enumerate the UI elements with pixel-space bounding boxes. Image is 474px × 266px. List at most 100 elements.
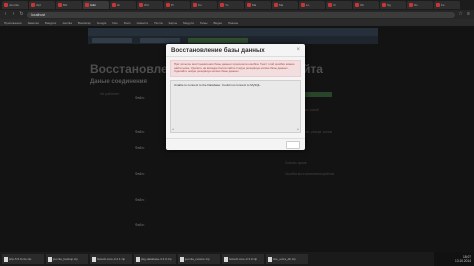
bookmark-item[interactable]: Почта <box>154 21 162 25</box>
error-output-textarea[interactable]: Unable to connect to the Database: Could… <box>170 80 301 133</box>
browser-tab[interactable]: Ma <box>272 1 298 9</box>
url-field[interactable]: localhost <box>27 11 455 18</box>
bookmark-item[interactable]: Бакуриз <box>45 21 56 25</box>
star-icon[interactable]: ☆ <box>458 12 463 17</box>
browser-tab[interactable]: Fe <box>434 1 460 9</box>
close-icon[interactable]: × <box>296 47 300 53</box>
browser-tab[interactable]: Ok <box>353 1 379 9</box>
favicon-icon <box>274 3 278 7</box>
favicon-icon <box>355 3 359 7</box>
favicon-icon <box>58 3 62 7</box>
error-output-text: Unable to connect to the Database: Could… <box>174 83 262 87</box>
browser-tab[interactable]: Wd <box>137 1 163 9</box>
restore-database-modal: Восстановление базы данных × При попытке… <box>166 44 305 150</box>
download-filename: hotsoft-core-3.3.0.zip <box>229 257 258 261</box>
browser-tab-label: Yo <box>225 3 229 7</box>
downloads-bar: php-5.5.9-nts.zip joomla_backup.zip hotsof… <box>0 252 474 266</box>
browser-tab-label: Ok <box>360 3 364 7</box>
browser-tab-label: Sg <box>387 3 391 7</box>
bookmark-item[interactable]: Разное <box>228 21 238 25</box>
modal-title: Восстановление базы данных <box>171 46 265 54</box>
favicon-icon <box>166 3 170 7</box>
browser-tab[interactable]: Adm <box>83 1 109 9</box>
browser-tab-label: Opt <box>36 3 41 7</box>
favicon-icon <box>409 3 413 7</box>
favicon-icon <box>220 3 224 7</box>
scroll-left-icon[interactable]: ◂ <box>172 127 174 131</box>
system-tray: 18:07 13.10.2014 <box>434 252 474 266</box>
back-icon[interactable]: ‹ <box>3 12 8 17</box>
reload-icon[interactable]: ↻ <box>19 12 24 17</box>
file-icon <box>268 256 272 262</box>
file-icon <box>180 256 184 262</box>
browser-tab[interactable]: Ns <box>407 1 433 9</box>
bookmark-item[interactable]: Модули <box>183 21 194 25</box>
scroll-right-icon[interactable]: ▸ <box>297 127 299 131</box>
favicon-icon <box>4 3 8 7</box>
browser-tab[interactable]: Sg <box>380 1 406 9</box>
download-item[interactable]: hotsoft-core-3.3.0.zip <box>222 254 264 264</box>
modal-header: Восстановление базы данных × <box>166 44 305 57</box>
favicon-icon <box>85 3 89 7</box>
browser-tab-label: Joomla <box>9 3 19 7</box>
favicon-icon <box>247 3 251 7</box>
file-icon <box>136 256 140 262</box>
browser-tab-label: Bitr <box>63 3 68 7</box>
bookmark-item[interactable]: Видео <box>213 21 222 25</box>
clock-date: 13.10.2014 <box>455 259 471 263</box>
bookmark-item[interactable]: Docs <box>124 21 131 25</box>
bookmark-item[interactable]: Google <box>97 21 107 25</box>
browser-tab[interactable]: Ko <box>191 1 217 9</box>
bookmark-item[interactable]: Dev <box>112 21 117 25</box>
bookmark-item[interactable]: Joomla <box>62 21 72 25</box>
download-filename: joomla_restore.zip <box>185 257 210 261</box>
file-icon <box>4 256 8 262</box>
download-filename: site_extra_db.zip <box>273 257 296 261</box>
favicon-icon <box>301 3 305 7</box>
bookmarks-bar: Приложения Заметки Бакуриз Joomla Bootstrap G… <box>0 19 474 26</box>
error-alert: При попытке восстановления базы данных п… <box>170 60 301 77</box>
file-icon <box>48 256 52 262</box>
modal-footer <box>166 138 305 150</box>
browser-tab[interactable]: Hi <box>110 1 136 9</box>
download-item[interactable]: joomla_restore.zip <box>178 254 220 264</box>
favicon-icon <box>328 3 332 7</box>
browser-tab-label: Ns <box>414 3 418 7</box>
browser-tab-label: Ko <box>198 3 202 7</box>
url-text: localhost <box>31 12 46 17</box>
menu-icon[interactable]: ≡ <box>466 12 471 17</box>
favicon-icon <box>112 3 116 7</box>
address-bar-row: ‹ › ↻ localhost ☆ ≡ <box>0 10 474 19</box>
download-item[interactable]: php-5.5.9-nts.zip <box>2 254 44 264</box>
browser-tab[interactable]: Lo <box>299 1 325 9</box>
browser-tab[interactable]: Xi <box>326 1 352 9</box>
download-filename: joomla_backup.zip <box>53 257 78 261</box>
download-item[interactable]: hotsoft-core-3.2.1.zip <box>90 254 132 264</box>
browser-tab[interactable]: Pr <box>164 1 190 9</box>
forward-icon[interactable]: › <box>11 12 16 17</box>
download-item[interactable]: joomla_backup.zip <box>46 254 88 264</box>
browser-tab-label: Adm <box>90 3 97 7</box>
favicon-icon <box>139 3 143 7</box>
favicon-icon <box>193 3 197 7</box>
browser-tab[interactable]: Ma <box>245 1 271 9</box>
bookmark-item[interactable]: Приложения <box>4 21 22 25</box>
bookmark-item[interactable]: Карты <box>169 21 178 25</box>
browser-tab-label: Fe <box>441 3 445 7</box>
bookmark-item[interactable]: Новости <box>137 21 149 25</box>
download-item[interactable]: site_extra_db.zip <box>266 254 308 264</box>
browser-tab[interactable]: Bitr <box>56 1 82 9</box>
favicon-icon <box>382 3 386 7</box>
browser-tab[interactable]: Joomla <box>2 1 28 9</box>
file-icon <box>92 256 96 262</box>
download-filename: hotsoft-core-3.2.1.zip <box>97 257 126 261</box>
bookmark-item[interactable]: Bootstrap <box>78 21 91 25</box>
download-item[interactable]: pkg-database-3.2.0.zip <box>134 254 176 264</box>
bookmark-item[interactable]: Темы <box>200 21 208 25</box>
close-button[interactable] <box>286 140 300 149</box>
file-icon <box>224 256 228 262</box>
bookmark-item[interactable]: Заметки <box>28 21 39 25</box>
download-filename: pkg-database-3.2.0.zip <box>141 257 172 261</box>
browser-tab[interactable]: Yo <box>218 1 244 9</box>
browser-tab[interactable]: Opt <box>29 1 55 9</box>
